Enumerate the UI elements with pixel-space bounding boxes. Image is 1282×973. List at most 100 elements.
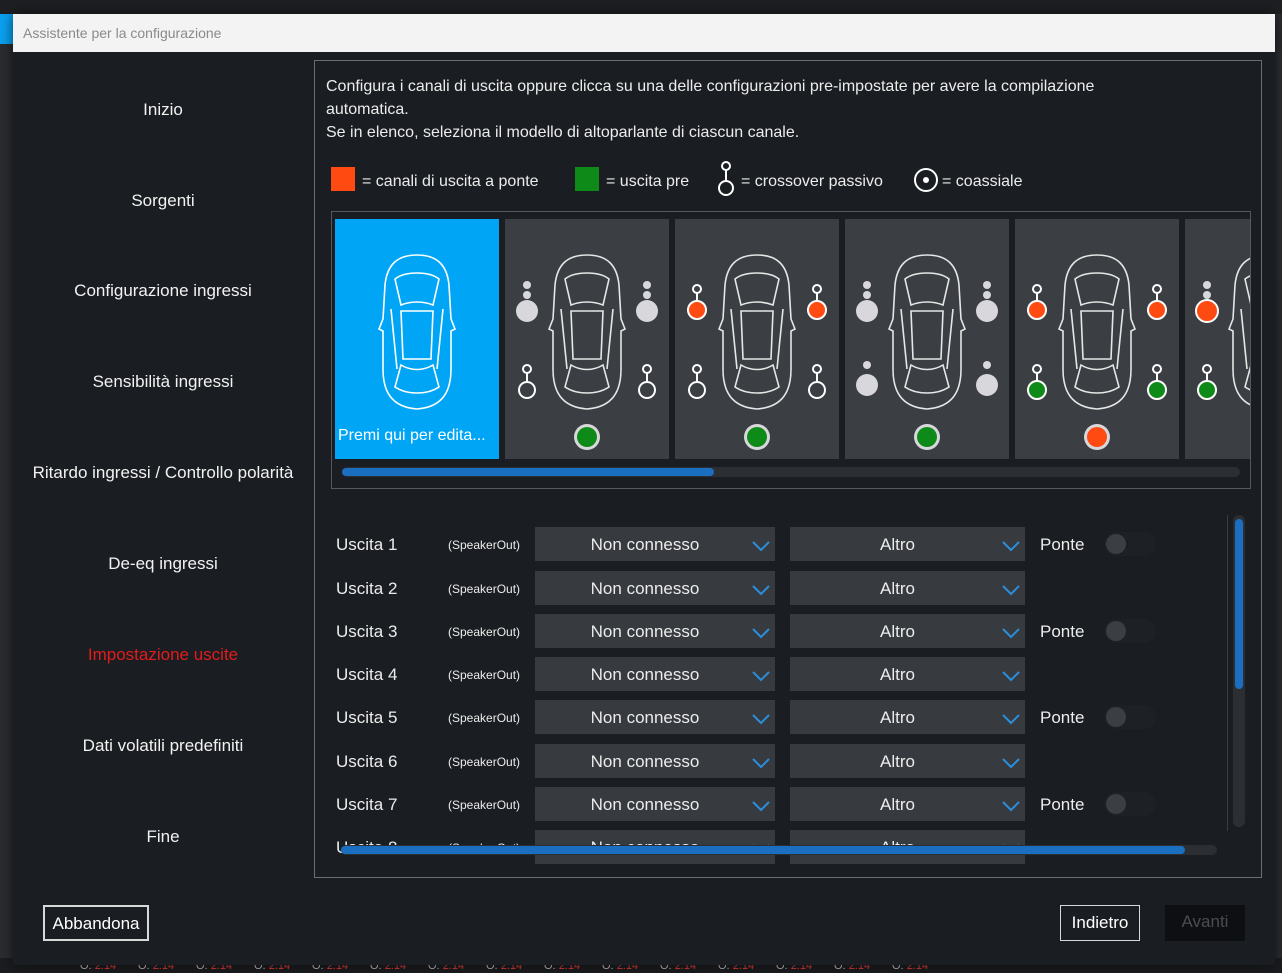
output-label: Uscita 2 <box>336 579 398 598</box>
outputs-vertical-scrollbar[interactable] <box>1233 515 1245 827</box>
speaker-type-dropdown[interactable]: Altro <box>790 614 1025 648</box>
nav-step-9[interactable]: Fine <box>13 827 313 847</box>
list-divider <box>1227 515 1228 831</box>
nav-step-1[interactable]: Inizio <box>13 100 313 120</box>
speaker-type-value: Altro <box>880 752 915 771</box>
chevron-down-icon <box>1002 754 1020 769</box>
output-row: Uscita 1 (SpeakerOut) Non connesso Altro Pon… <box>336 527 1216 561</box>
speaker-model-value: Non connesso <box>590 579 700 598</box>
output-label: Uscita 4 <box>336 665 398 684</box>
bridge-legend-swatch <box>331 167 355 191</box>
chevron-down-icon <box>752 581 770 596</box>
passive-crossover-icon <box>718 161 734 196</box>
instructions-line-1: Configura i canali di uscita oppure clic… <box>326 78 1095 95</box>
nav-step-3[interactable]: Configurazione ingressi <box>13 281 313 301</box>
output-label: Uscita 5 <box>336 708 398 727</box>
nav-step-4[interactable]: Sensibilità ingressi <box>13 372 313 392</box>
edit-card-label: Premi qui per edita... <box>338 427 486 444</box>
next-button[interactable]: Avanti <box>1165 905 1245 941</box>
output-setup-panel: Configura i canali di uscita oppure clic… <box>314 60 1262 878</box>
output-row: Uscita 5 (SpeakerOut) Non connesso Altro Pon… <box>336 700 1216 734</box>
preset-configurations-strip: Premi qui per edita... <box>331 211 1251 489</box>
speaker-type-dropdown[interactable]: Altro <box>790 657 1025 691</box>
speaker-model-dropdown[interactable]: Non connesso <box>535 527 775 561</box>
output-kind: (SpeakerOut) <box>448 538 521 552</box>
speaker-type-dropdown[interactable]: Altro <box>790 527 1025 561</box>
speaker-model-value: Non connesso <box>590 535 700 554</box>
preset-card-3[interactable] <box>845 219 1009 459</box>
speaker-type-value: Altro <box>880 535 915 554</box>
chevron-down-icon <box>1002 667 1020 682</box>
chevron-down-icon <box>1002 624 1020 639</box>
speaker-type-value: Altro <box>880 579 915 598</box>
speaker-model-value: Non connesso <box>590 708 700 727</box>
setup-wizard-dialog: Assistente per la configurazione Inizio S… <box>13 14 1275 965</box>
chevron-down-icon <box>752 624 770 639</box>
nav-step-7[interactable]: Impostazione uscite <box>13 645 313 665</box>
car-icon <box>1195 257 1250 406</box>
speaker-type-dropdown[interactable]: Altro <box>790 571 1025 605</box>
chevron-down-icon <box>752 754 770 769</box>
car-icon <box>856 254 998 450</box>
background-app-tab <box>0 14 14 44</box>
bridge-label: Ponte <box>1040 795 1085 814</box>
coax-legend-label: = coassiale <box>942 173 1023 190</box>
speaker-model-dropdown[interactable]: Non connesso <box>535 787 775 821</box>
preset-card-2[interactable] <box>675 219 839 459</box>
background-app-top <box>0 0 1282 14</box>
window-title: Assistente per la configurazione <box>23 25 222 41</box>
nav-step-8[interactable]: Dati volatili predefiniti <box>13 736 313 756</box>
speaker-model-value: Non connesso <box>590 665 700 684</box>
speaker-type-value: Altro <box>880 795 915 814</box>
instructions-line-3: Se in elenco, seleziona il modello di al… <box>326 124 800 141</box>
chevron-down-icon <box>1002 581 1020 596</box>
speaker-model-dropdown[interactable]: Non connesso <box>535 700 775 734</box>
speaker-model-dropdown[interactable]: Non connesso <box>535 614 775 648</box>
output-row: Uscita 4 (SpeakerOut) Non connesso Altro <box>336 657 1216 691</box>
back-button[interactable]: Indietro <box>1060 905 1140 941</box>
bridge-label: Ponte <box>1040 708 1085 727</box>
car-icon <box>1027 254 1167 450</box>
speaker-model-dropdown[interactable]: Non connesso <box>535 571 775 605</box>
preset-card-5[interactable] <box>1185 219 1250 459</box>
chevron-down-icon <box>1002 710 1020 725</box>
chevron-down-icon <box>1002 797 1020 812</box>
nav-step-2[interactable]: Sorgenti <box>13 191 313 211</box>
bridge-label: Ponte <box>1040 535 1085 554</box>
speaker-type-value: Altro <box>880 665 915 684</box>
abandon-button[interactable]: Abbandona <box>43 905 149 941</box>
speaker-model-dropdown[interactable]: Non connesso <box>535 744 775 778</box>
preset-card-1[interactable] <box>505 219 669 459</box>
speaker-model-value: Non connesso <box>590 795 700 814</box>
speaker-model-value: Non connesso <box>590 622 700 641</box>
bridge-toggle[interactable] <box>1104 532 1156 556</box>
output-label: Uscita 7 <box>336 795 398 814</box>
bridge-toggle[interactable] <box>1104 705 1156 729</box>
presets-horizontal-scrollbar[interactable] <box>342 467 1240 477</box>
coaxial-icon <box>914 168 938 192</box>
speaker-type-value: Altro <box>880 622 915 641</box>
speaker-type-dropdown[interactable]: Altro <box>790 744 1025 778</box>
car-icon <box>516 254 658 450</box>
passive-legend-label: = crossover passivo <box>741 173 883 190</box>
speaker-model-dropdown[interactable]: Non connesso <box>535 657 775 691</box>
preset-card-4[interactable] <box>1015 219 1179 459</box>
chevron-down-icon <box>752 797 770 812</box>
output-kind: (SpeakerOut) <box>448 711 521 725</box>
outputs-horizontal-scrollbar[interactable] <box>341 845 1217 855</box>
edit-custom-preset-card[interactable]: Premi qui per edita... <box>335 219 499 459</box>
output-row: Uscita 7 (SpeakerOut) Non connesso Altro Pon… <box>336 787 1216 821</box>
bridge-toggle[interactable] <box>1104 619 1156 643</box>
output-kind: (SpeakerOut) <box>448 755 521 769</box>
nav-step-5[interactable]: Ritardo ingressi / Controllo polarità <box>13 463 313 483</box>
car-icon <box>377 254 457 410</box>
car-icon <box>687 254 827 450</box>
speaker-type-dropdown[interactable]: Altro <box>790 787 1025 821</box>
bridge-toggle[interactable] <box>1104 792 1156 816</box>
bridge-legend-label: = canali di uscita a ponte <box>362 173 539 190</box>
bridge-label: Ponte <box>1040 622 1085 641</box>
pre-legend-swatch <box>575 167 599 191</box>
speaker-type-dropdown[interactable]: Altro <box>790 700 1025 734</box>
background-app-side <box>1276 50 1282 280</box>
nav-step-6[interactable]: De-eq ingressi <box>13 554 313 574</box>
